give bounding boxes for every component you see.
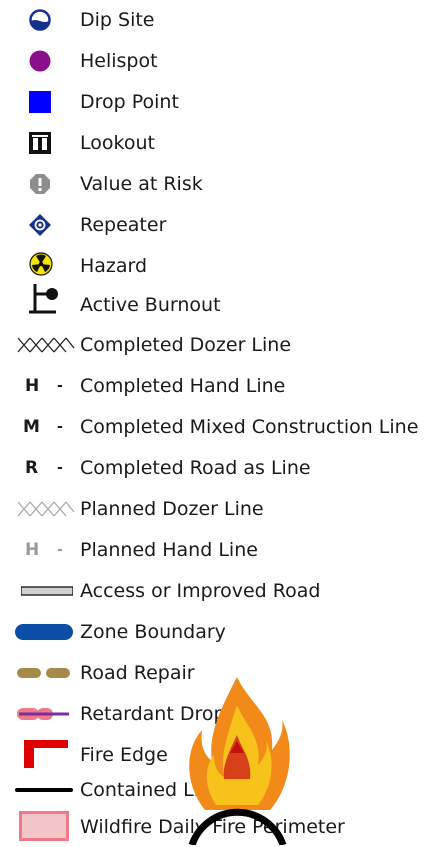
road-repair-icon [17,668,70,678]
legend-item-completed-dozer-line: Completed Dozer Line [0,325,442,365]
line-letter-symbol: R [25,458,39,478]
legend-label: Access or Improved Road [80,580,321,602]
legend-item-value-at-risk: Value at Risk [0,164,442,204]
line-letter-symbol: M [23,417,40,437]
legend-label: Value at Risk [80,173,203,195]
legend-item-planned-dozer-line: Planned Dozer Line [0,489,442,529]
legend-label: Lookout [80,132,155,154]
legend-label: Completed Road as Line [80,457,311,479]
legend-label: Repeater [80,214,167,236]
planned-dozer-line-icon [17,501,75,517]
legend-item-completed-mixed-construction-line: M - Completed Mixed Construction Line [0,407,442,447]
legend-label: Completed Hand Line [80,375,286,397]
legend-item-completed-road-as-line: R - Completed Road as Line [0,448,442,488]
legend-item-access-road: Access or Improved Road [0,571,442,611]
contained-line-icon [15,788,73,792]
legend-label: Hazard [80,255,148,277]
legend-item-active-burnout: Active Burnout [0,282,442,322]
lookout-icon [29,132,51,154]
legend-label: Completed Dozer Line [80,334,292,356]
line-letter-symbol: H [25,540,40,560]
dip-site-icon [29,9,51,31]
line-dash-symbol: - [57,419,63,435]
legend-item-repeater: Repeater [0,205,442,245]
legend-label: Planned Hand Line [80,539,258,561]
fire-incident-icon [188,677,290,845]
legend-item-completed-hand-line: H - Completed Hand Line [0,366,442,406]
legend-label: Road Repair [80,662,195,684]
legend-label: Completed Mixed Construction Line [80,416,419,438]
fire-edge-icon [24,740,68,768]
hazard-icon [29,252,53,276]
legend-label: Planned Dozer Line [80,498,264,520]
repeater-icon [29,214,51,236]
retardant-drop-icon [17,708,69,720]
helispot-icon [29,50,51,72]
drop-point-icon [29,91,51,113]
road-icon [21,586,73,596]
legend-label: Dip Site [80,9,155,31]
legend-item-hazard: Hazard [0,246,442,286]
line-dash-symbol: - [57,542,63,558]
active-burnout-icon [29,284,58,314]
value-at-risk-icon [30,174,50,194]
legend-label: Zone Boundary [80,621,226,643]
line-dash-symbol: - [57,460,63,476]
legend-item-zone-boundary: Zone Boundary [0,612,442,652]
line-dash-symbol: - [57,378,63,394]
perimeter-icon [19,811,69,841]
legend-label: Active Burnout [80,294,221,317]
legend-item-helispot: Helispot [0,41,442,81]
legend-item-dip-site: Dip Site [0,0,442,40]
legend-item-lookout: Lookout [0,123,442,163]
legend-item-planned-hand-line: H - Planned Hand Line [0,530,442,570]
zone-boundary-icon [15,624,73,640]
legend-item-drop-point: Drop Point [0,82,442,122]
completed-dozer-line-icon [17,337,75,353]
line-letter-symbol: H [25,376,40,396]
legend-label: Fire Edge [80,744,168,766]
legend-label: Helispot [80,50,158,72]
legend-label: Drop Point [80,91,179,113]
